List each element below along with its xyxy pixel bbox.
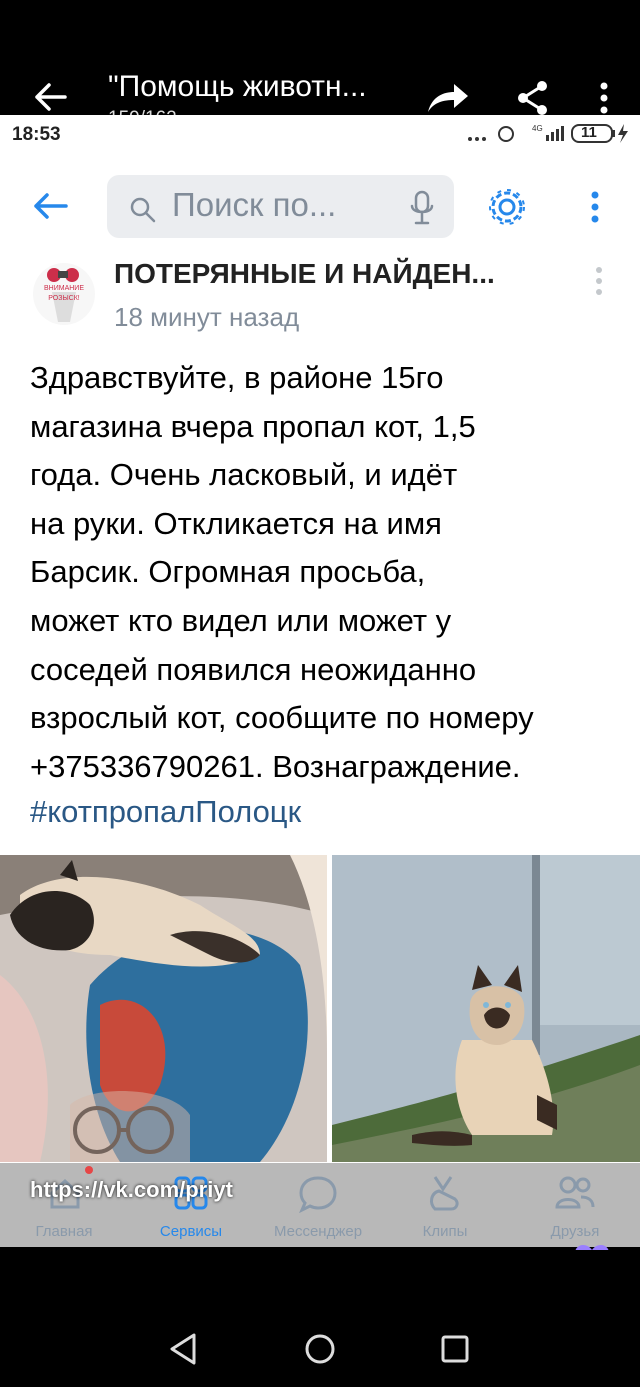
system-recents-icon[interactable] xyxy=(440,1334,470,1364)
settings-gear-icon[interactable] xyxy=(485,185,529,229)
nav-clips[interactable]: Клипы xyxy=(385,1163,505,1247)
svg-text:ВНИМАНИЕ: ВНИМАНИЕ xyxy=(44,285,84,292)
notification-dot-icon xyxy=(85,1166,93,1174)
post-text-line: соседей появился неожиданно xyxy=(30,651,477,687)
nav-clips-label: Клипы xyxy=(422,1223,468,1240)
post-text: Здравствуйте, в районе 15го магазина вче… xyxy=(30,354,620,791)
back-arrow-icon[interactable] xyxy=(32,80,68,114)
post-author[interactable]: ПОТЕРЯННЫЕ И НАЙДЕН... xyxy=(114,258,495,290)
forward-icon[interactable] xyxy=(426,82,470,114)
post-time: 18 минут назад xyxy=(114,302,300,332)
nav-services[interactable]: Сервисы xyxy=(131,1163,251,1247)
friends-icon xyxy=(555,1176,595,1209)
system-back-icon[interactable] xyxy=(168,1332,198,1366)
status-time: 18:53 xyxy=(12,124,61,145)
search-placeholder: Поиск по... xyxy=(172,186,337,223)
search-icon xyxy=(130,197,156,223)
nav-home-label: Главная xyxy=(35,1223,93,1240)
post-text-line: года. Очень ласковый, и идёт xyxy=(30,457,458,493)
post-photo-siamese-cat[interactable] xyxy=(332,855,640,1162)
post-text-line: Здравствуйте, в районе 15го xyxy=(30,360,444,395)
watermark-url: https://vk.com/priyt xyxy=(30,1177,233,1202)
author-avatar[interactable]: ВНИМАНИЕ РОЗЫСК! xyxy=(30,262,98,326)
post-more-icon[interactable] xyxy=(594,266,604,296)
nav-friends[interactable]: Друзья xyxy=(515,1163,635,1247)
status-icons: 4G xyxy=(466,121,632,145)
nav-messenger-label: Мессенджер xyxy=(273,1223,363,1240)
nav-home[interactable]: Главная xyxy=(4,1163,124,1247)
svg-text:РОЗЫСК!: РОЗЫСК! xyxy=(48,295,80,302)
post-text-line: Барсик. Огромная просьба, xyxy=(30,554,426,590)
post-hashtag[interactable]: #котпропалПолоцк xyxy=(30,794,301,830)
viewer-more-icon[interactable] xyxy=(598,82,610,114)
post-text-line: взрослый кот, сообщите по номеру xyxy=(30,700,534,736)
battery-level: 11 xyxy=(581,124,597,141)
viewer-title: "Помощь животн... xyxy=(108,70,367,103)
share-icon[interactable] xyxy=(516,80,550,116)
svg-text:4G: 4G xyxy=(532,124,543,133)
nav-friends-label: Друзья xyxy=(550,1223,600,1240)
back-icon[interactable] xyxy=(32,192,68,220)
messenger-icon xyxy=(299,1176,337,1213)
clips-icon xyxy=(430,1176,459,1211)
post-text-line: может кто видел или может у xyxy=(30,602,452,638)
system-home-icon[interactable] xyxy=(304,1333,336,1365)
post-photo-cat-on-person[interactable] xyxy=(0,855,327,1162)
nav-messenger[interactable]: Мессенджер xyxy=(258,1163,378,1247)
post-text-line: на руки. Откликается на имя xyxy=(30,505,442,541)
nav-services-label: Сервисы xyxy=(159,1223,223,1240)
post-text-line: +375336790261. Вознаграждение. xyxy=(30,748,521,784)
system-nav-bar xyxy=(0,1250,640,1387)
microphone-icon[interactable] xyxy=(409,190,435,226)
post-text-line: магазина вчера пропал кот, 1,5 xyxy=(30,408,476,444)
header-more-icon[interactable] xyxy=(589,191,601,223)
